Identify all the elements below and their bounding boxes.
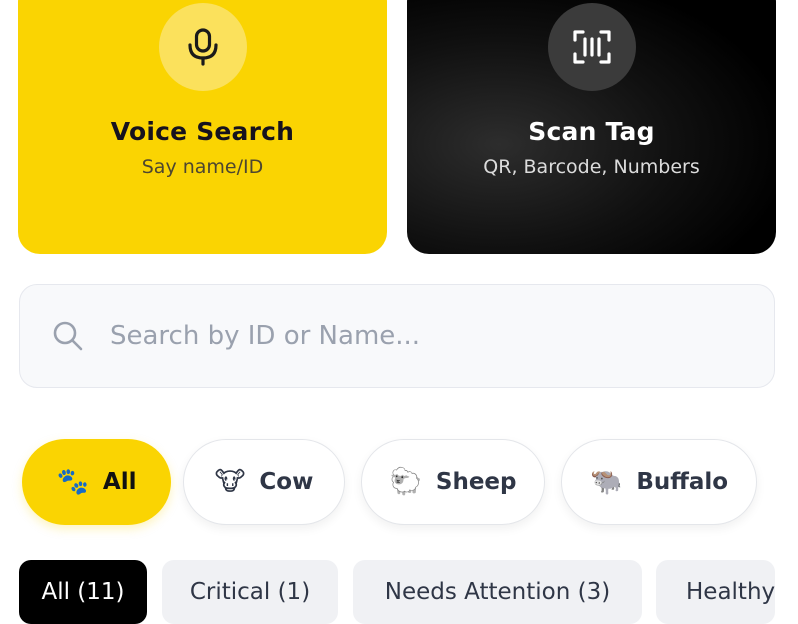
filter-chip-buffalo[interactable]: 🐃 Buffalo <box>561 439 757 525</box>
status-tab-critical[interactable]: Critical (1) <box>162 560 338 624</box>
status-tab-label: Healthy <box>686 579 775 605</box>
filter-chip-label: All <box>102 469 137 495</box>
voice-search-card[interactable]: Voice Search Say name/ID <box>18 0 387 254</box>
search-bar[interactable] <box>19 284 775 388</box>
buffalo-icon: 🐃 <box>589 467 623 497</box>
filter-chip-sheep[interactable]: 🐑 Sheep <box>361 439 545 525</box>
filter-chip-label: Cow <box>259 469 314 495</box>
search-icon <box>53 321 83 351</box>
filter-chip-label: Buffalo <box>636 469 729 495</box>
status-tab-label: Needs Attention (3) <box>384 579 611 605</box>
scan-tag-title: Scan Tag <box>528 117 655 146</box>
scan-tag-card[interactable]: Scan Tag QR, Barcode, Numbers <box>407 0 776 254</box>
microphone-icon <box>158 3 247 91</box>
voice-search-title: Voice Search <box>110 117 295 146</box>
scan-tag-icon <box>547 3 636 91</box>
cow-icon: 🐮 <box>214 467 246 497</box>
search-input[interactable] <box>108 305 732 367</box>
status-tab-all[interactable]: All (11) <box>19 560 147 624</box>
filter-chip-label: Sheep <box>435 469 517 495</box>
scan-tag-subtitle: QR, Barcode, Numbers <box>483 156 700 178</box>
sheep-icon: 🐑 <box>389 467 422 497</box>
filter-chip-cow[interactable]: 🐮 Cow <box>183 439 345 525</box>
status-tab-healthy[interactable]: Healthy <box>656 560 775 624</box>
paw-prints-icon: 🐾 <box>56 467 89 497</box>
filter-chip-all[interactable]: 🐾 All <box>22 439 171 525</box>
status-tab-needs-attention[interactable]: Needs Attention (3) <box>353 560 642 624</box>
voice-search-subtitle: Say name/ID <box>141 156 264 178</box>
status-tab-label: Critical (1) <box>189 579 311 605</box>
status-tab-label: All (11) <box>41 579 125 605</box>
